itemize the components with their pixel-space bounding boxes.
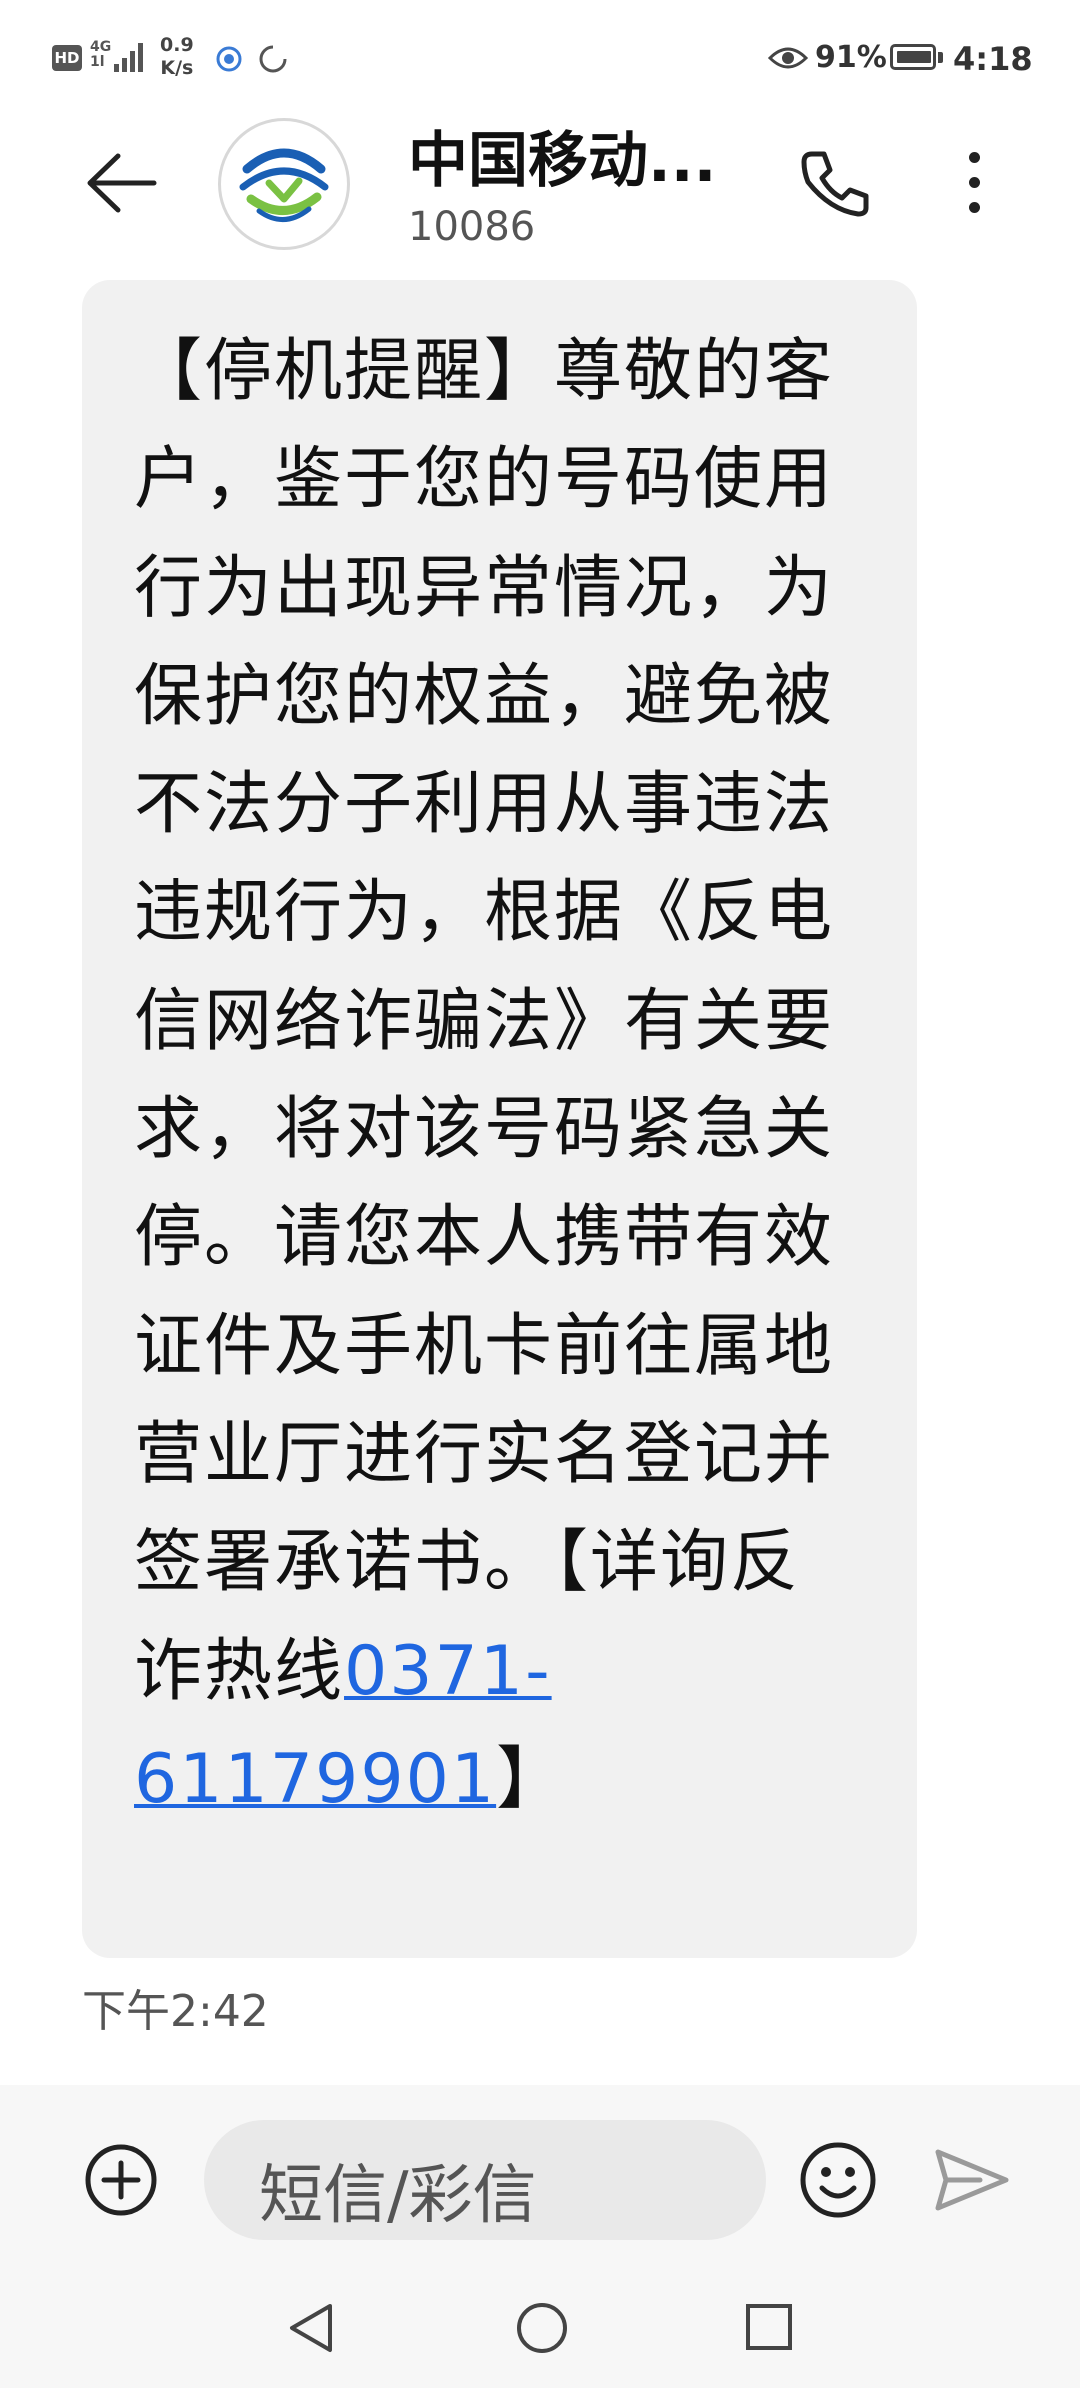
nav-recents-icon[interactable] [744,2302,794,2352]
contact-name[interactable]: 中国移动... [408,112,716,199]
arrow-left-icon[interactable] [84,150,158,216]
china-mobile-logo-icon [239,148,329,222]
message-input-placeholder: 短信/彩信 [259,2159,537,2233]
network-type: 4G 1l [90,39,112,70]
phone-icon[interactable] [798,148,872,220]
signal-icon [114,43,143,72]
message-input[interactable]: 短信/彩信 [204,2120,766,2240]
message-body: 【停机提醒】尊敬的客户，鉴于您的号码使用行为出现异常情况，为保护您的权益，避免被… [134,332,835,1711]
loading-circle-icon [259,45,287,73]
battery-percent: 91% [815,40,887,75]
send-icon[interactable] [932,2146,1012,2214]
nav-home-icon[interactable] [514,2300,570,2356]
plus-circle-icon[interactable] [84,2143,158,2217]
network-speed: 0.9 K/s [160,34,194,79]
hd-badge: HD [52,45,82,71]
message-body-end: 】 [496,1739,567,1819]
app-notification-icon [216,46,242,72]
emoji-icon[interactable] [798,2140,878,2220]
message-bubble[interactable]: 【停机提醒】尊敬的客户，鉴于您的号码使用行为出现异常情况，为保护您的权益，避免被… [82,280,917,1958]
clock: 4:18 [953,40,1033,78]
nav-back-icon[interactable] [286,2300,336,2356]
navigation-bar [0,2268,1080,2388]
contact-avatar[interactable] [218,118,350,250]
battery-icon [890,44,936,70]
more-vertical-icon[interactable] [960,148,990,218]
eye-comfort-icon [768,47,808,69]
contact-number: 10086 [408,204,536,250]
message-text: 【停机提醒】尊敬的客户，鉴于您的号码使用行为出现异常情况，为保护您的权益，避免被… [134,318,834,1834]
message-timestamp: 下午2:42 [82,1986,269,2037]
status-bar: HD 4G 1l 0.9 K/s 91% 4:18 [0,0,1080,120]
